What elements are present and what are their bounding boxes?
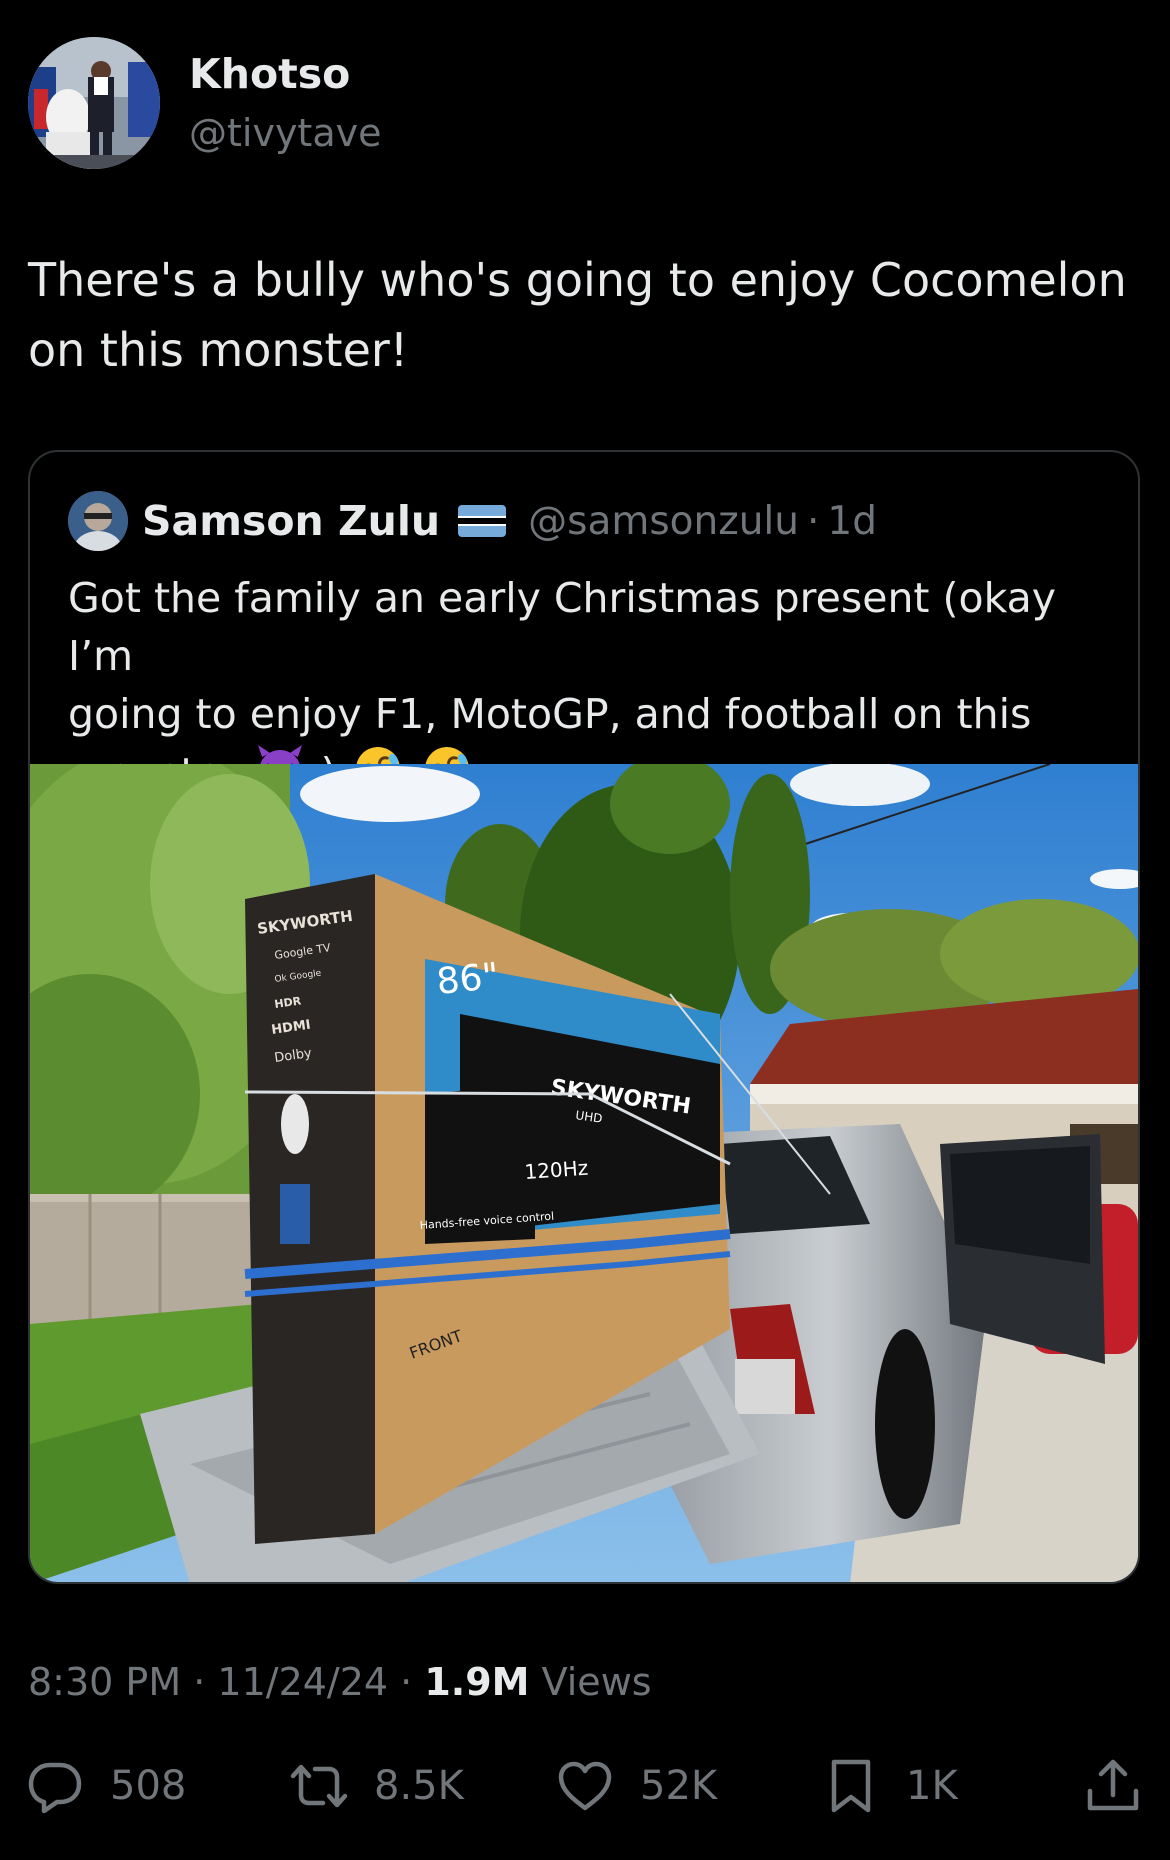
- like-count: 52K: [640, 1763, 718, 1809]
- views-count[interactable]: 1.9M: [424, 1660, 529, 1704]
- tweet-time: 8:30 PM: [28, 1660, 182, 1704]
- author-display-name[interactable]: Khotso: [189, 49, 382, 99]
- bookmark-button[interactable]: 1K: [822, 1756, 958, 1816]
- tweet-action-bar: 508 8.5K 52K 1K: [0, 1756, 1170, 1816]
- author-avatar[interactable]: [28, 37, 160, 169]
- separator-dot: ·: [400, 1660, 413, 1704]
- box-size-label: 86": [435, 956, 501, 1003]
- quoted-tweet-header: Samson Zulu @samsonzulu · 1d: [68, 489, 877, 553]
- tweet-detail-page: Khotso @tivytave There's a bully who's g…: [0, 0, 1170, 1860]
- separator-dot: ·: [193, 1660, 206, 1704]
- reply-icon: [26, 1757, 84, 1815]
- quoted-author-handle[interactable]: @samsonzulu: [528, 499, 799, 544]
- quoted-author-avatar[interactable]: [68, 491, 128, 551]
- repost-count: 8.5K: [374, 1763, 464, 1809]
- quoted-tweet-card[interactable]: Samson Zulu @samsonzulu · 1d Got the fam…: [28, 450, 1140, 1584]
- like-button[interactable]: 52K: [556, 1756, 717, 1816]
- box-refresh-label: 120Hz: [524, 1156, 589, 1184]
- share-icon: [1084, 1757, 1142, 1815]
- heart-icon: [556, 1757, 614, 1815]
- tweet-text: There's a bully who's going to enjoy Coc…: [28, 245, 1138, 385]
- reply-button[interactable]: 508: [26, 1756, 186, 1816]
- tweet-text-line: There's a bully who's going to enjoy Coc…: [28, 253, 1127, 307]
- repost-icon: [290, 1757, 348, 1815]
- quoted-tweet-time: 1d: [827, 498, 877, 544]
- tweet-text-line: on this monster!: [28, 323, 409, 377]
- quoted-text-line: going to enjoy F1, MotoGP, and football …: [68, 690, 1032, 738]
- botswana-flag-icon: [458, 505, 507, 537]
- separator-dot: ·: [806, 498, 820, 544]
- repost-button[interactable]: 8.5K: [290, 1756, 464, 1816]
- share-button[interactable]: [1084, 1756, 1142, 1816]
- author-handle[interactable]: @tivytave: [189, 109, 382, 157]
- quoted-author-name[interactable]: Samson Zulu: [142, 497, 440, 545]
- tweet-author[interactable]: Khotso @tivytave: [28, 37, 382, 169]
- tweet-meta: 8:30 PM · 11/24/24 · 1.9M Views: [28, 1658, 652, 1706]
- bookmark-count: 1K: [906, 1763, 958, 1809]
- views-label[interactable]: Views: [542, 1660, 652, 1704]
- quoted-text-line: Got the family an early Christmas presen…: [68, 574, 1057, 680]
- quoted-tweet-image[interactable]: 86" SKYWORTH UHD 120Hz Hands-free voice …: [30, 764, 1138, 1582]
- bookmark-icon: [822, 1757, 880, 1815]
- tweet-date: 11/24/24: [217, 1660, 389, 1704]
- reply-count: 508: [110, 1763, 187, 1809]
